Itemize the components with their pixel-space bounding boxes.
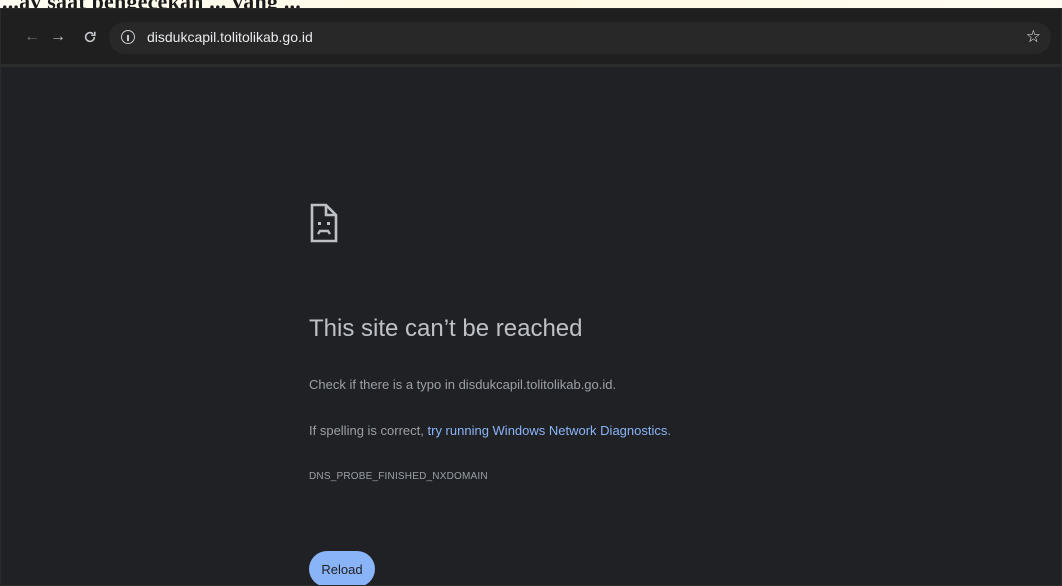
forward-button[interactable]: →: [47, 26, 69, 48]
address-bar[interactable]: disdukcapil.tolitolikab.go.id ☆: [109, 22, 1051, 54]
error-title: This site can’t be reached: [309, 315, 583, 342]
reload-icon: [84, 31, 96, 43]
spelling-message: If spelling is correct, try running Wind…: [309, 423, 671, 438]
error-page: This site can’t be reached Check if ther…: [1, 67, 1061, 585]
star-icon[interactable]: ☆: [1026, 27, 1041, 47]
reload-toolbar-button[interactable]: [79, 26, 101, 48]
network-diagnostics-link[interactable]: try running Windows Network Diagnostics: [428, 423, 668, 438]
url-text[interactable]: disdukcapil.tolitolikab.go.id: [147, 29, 313, 45]
back-button[interactable]: ←: [21, 26, 43, 48]
sad-document-icon: [310, 203, 338, 243]
typo-message: Check if there is a typo in disdukcapil.…: [309, 377, 617, 392]
browser-toolbar: ← → disdukcapil.tolitolikab.go.id ☆: [1, 9, 1061, 67]
browser-window: ← → disdukcapil.tolitolikab.go.id ☆ This…: [0, 8, 1062, 586]
info-icon[interactable]: [121, 30, 135, 44]
reload-button[interactable]: Reload: [309, 551, 375, 585]
arrow-right-icon: →: [50, 28, 66, 45]
spelling-message-suffix: .: [667, 423, 671, 438]
arrow-left-icon: ←: [24, 28, 40, 45]
error-code: DNS_PROBE_FINISHED_NXDOMAIN: [309, 471, 488, 482]
spelling-message-prefix: If spelling is correct,: [309, 423, 428, 438]
